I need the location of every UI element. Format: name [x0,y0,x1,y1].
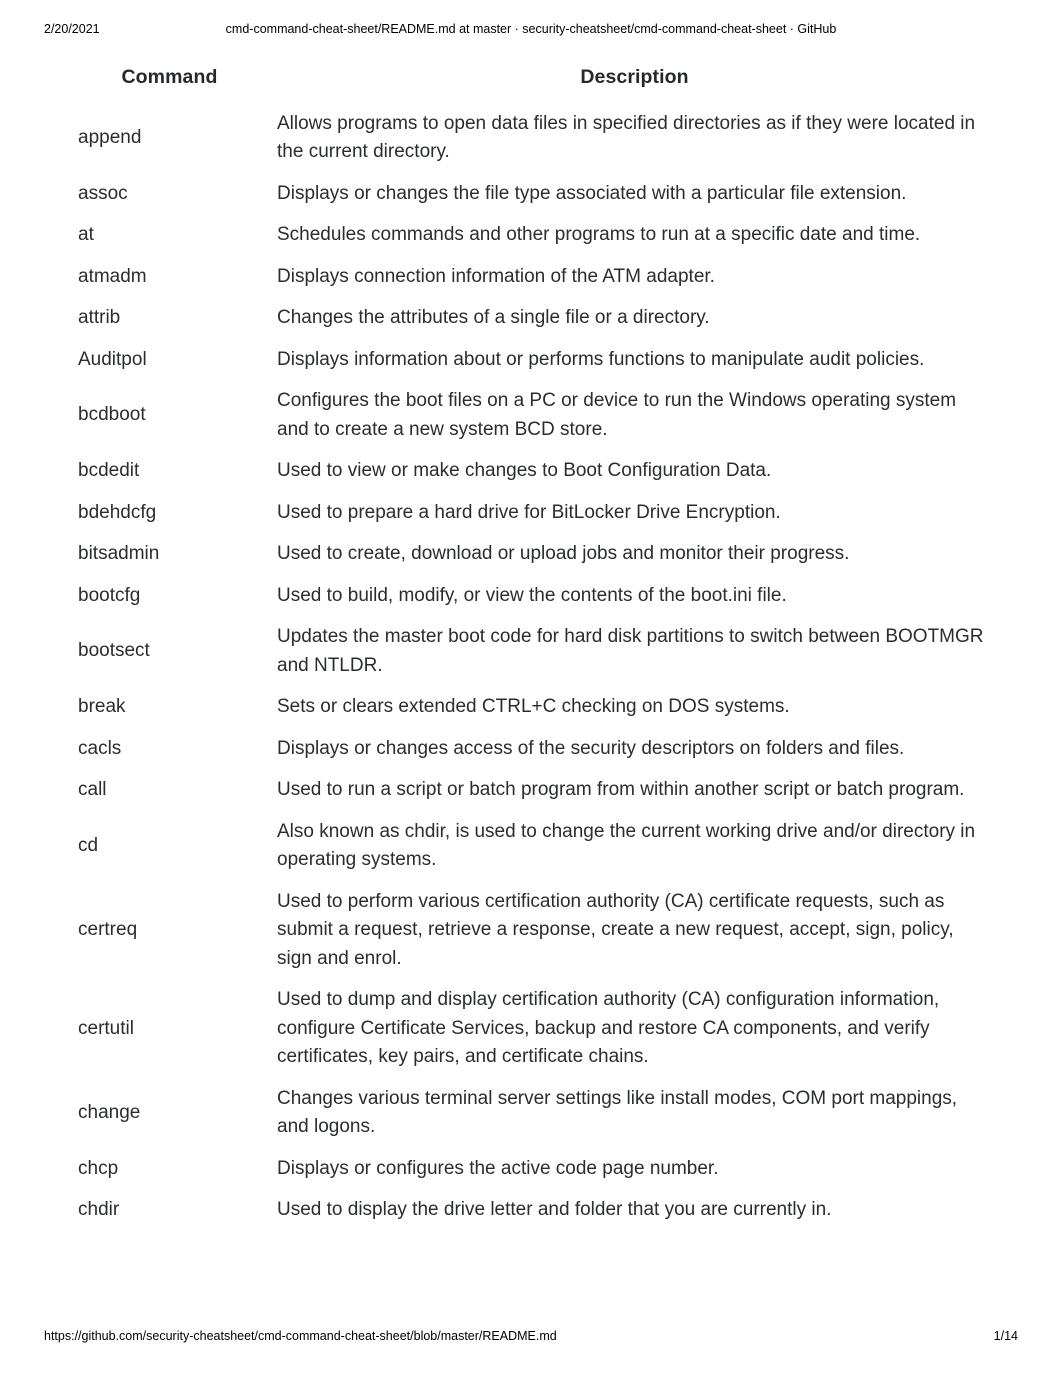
cell-description: Displays connection information of the A… [277,265,715,287]
cell-command: bdehdcfg [78,501,157,523]
cell-description: Displays or changes the file type associ… [277,182,907,204]
print-header: 2/20/2021 cmd-command-cheat-sheet/README… [0,22,1062,42]
cell-description: Schedules commands and other programs to… [277,224,921,245]
cell-command: bcdedit [78,460,140,481]
cell-description: Allows programs to open data files in sp… [277,112,976,163]
cell-command: bcdboot [78,404,146,426]
table-row: chcp Displays or configures the active co… [62,1148,992,1190]
print-source-url: https://github.com/security-cheatsheet/c… [44,1329,557,1343]
table-row: certreq Used to perform various certifica… [62,881,992,980]
cell-command: chdir [78,1199,120,1220]
table-row: Auditpol Displays information about or pe… [62,339,992,381]
cell-description: Used to prepare a hard drive for BitLock… [277,501,781,523]
table-row: change Changes various terminal server se… [62,1078,992,1148]
table-row: bcdboot Configures the boot files on a PC… [62,381,992,451]
cell-command: bootcfg [78,584,141,606]
cell-description: Used to run a script or batch program fr… [277,779,965,800]
cell-command: assoc [78,182,128,204]
table-row: cd Also known as chdir, is used to change… [62,811,992,881]
table-header-row: Command Description [62,66,992,103]
cell-command: certutil [78,1017,134,1039]
table-row: attrib Changes the attributes of a single… [62,298,992,340]
table-row: append Allows programs to open data files… [62,103,992,173]
cell-command: cd [78,834,99,856]
cell-command: append [78,126,142,148]
cell-command: call [78,779,107,800]
cell-description: Sets or clears extended CTRL+C checking … [277,696,790,717]
command-reference-table: Command Description append Allows program… [62,66,992,1231]
cell-command: atmadm [78,265,147,287]
print-footer: https://github.com/security-cheatsheet/c… [0,1329,1062,1349]
table-body: append Allows programs to open data files… [62,103,992,1231]
cell-command: cacls [78,737,122,759]
cell-command: attrib [78,307,121,328]
print-page-title: cmd-command-cheat-sheet/README.md at mas… [225,22,837,36]
table-row: atmadm Displays connection information of… [62,256,992,298]
cell-command: bitsadmin [78,543,160,564]
cell-description: Also known as chdir, is used to change t… [277,820,976,871]
cell-description: Used to build, modify, or view the conte… [277,584,787,606]
table-row: at Schedules commands and other programs … [62,215,992,257]
cell-description: Changes various terminal server settings… [277,1087,958,1138]
column-header-description: Description [580,66,689,88]
print-page-number: 1/14 [993,1329,1018,1343]
column-header-command: Command [121,66,218,88]
table-row: call Used to run a script or batch progra… [62,770,992,812]
table-row: cacls Displays or changes access of the s… [62,728,992,770]
cell-command: Auditpol [78,348,147,370]
cell-description: Used to view or make changes to Boot Con… [277,460,772,481]
cell-description: Displays or changes access of the securi… [277,737,905,759]
table-row: chdir Used to display the drive letter an… [62,1190,992,1232]
table-row: bootcfg Used to build, modify, or view th… [62,575,992,617]
cell-command: bootsect [78,640,150,662]
cell-description: Used to display the drive letter and fol… [277,1199,832,1220]
cell-description: Used to perform various certification au… [277,890,954,969]
cell-description: Changes the attributes of a single file … [277,307,710,328]
cell-command: certreq [78,919,138,940]
cell-description: Displays or configures the active code p… [277,1157,719,1179]
table-row: bootsect Updates the master boot code for… [62,617,992,687]
cell-description: Displays information about or performs f… [277,348,925,370]
table-row: assoc Displays or changes the file type a… [62,173,992,215]
table-row: bdehdcfg Used to prepare a hard drive for… [62,492,992,534]
table-row: certutil Used to dump and display certifi… [62,980,992,1079]
table-row: bcdedit Used to view or make changes to B… [62,451,992,493]
cell-description: Configures the boot files on a PC or dev… [277,390,957,440]
cell-command: change [78,1101,141,1123]
cell-command: at [78,224,94,245]
table-row: bitsadmin Used to create, download or upl… [62,534,992,576]
cell-description: Used to create, download or upload jobs … [277,543,850,564]
table-row: break Sets or clears extended CTRL+C chec… [62,687,992,729]
cell-description: Used to dump and display certification a… [277,989,940,1067]
table-head: Command Description [62,66,992,103]
cell-command: chcp [78,1157,119,1179]
cell-description: Updates the master boot code for hard di… [277,626,984,676]
cell-command: break [78,696,126,717]
